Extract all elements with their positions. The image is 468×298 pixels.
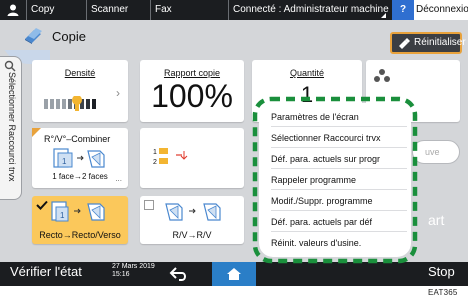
combine-label: R°/V°–Combiner — [44, 134, 111, 144]
user-icon-tab[interactable] — [0, 0, 26, 20]
duplex-label: Recto→Recto/Verso — [39, 230, 121, 240]
menu-item-factory-reset[interactable]: Réinit. valeurs d'usine. — [271, 233, 407, 253]
home-icon — [227, 268, 241, 280]
active-corner-marker — [32, 128, 41, 137]
tab-fax-label: Fax — [155, 4, 172, 15]
menu-item-recall-program[interactable]: Rappeler programme — [271, 170, 407, 190]
tab-scanner-label: Scanner — [91, 4, 129, 15]
paper-tray-tile[interactable]: 1 2 — [140, 128, 244, 188]
login-status-label: Connecté : Administrateur machine — [233, 4, 389, 15]
search-icon — [4, 60, 16, 72]
combine-sublabel: 1 face→2 faces — [52, 172, 108, 181]
chevron-right-icon: › — [116, 86, 120, 100]
checkbox-empty-icon — [144, 200, 154, 210]
duplex-to-duplex-icon — [165, 203, 221, 221]
expand-corner-icon — [381, 13, 386, 18]
copy-ratio-tile[interactable]: Rapport copie 100% — [140, 60, 244, 122]
help-label: ? — [399, 4, 407, 15]
logout-label: Déconnexion — [416, 4, 468, 15]
reset-label: Réinitialiser — [414, 37, 466, 48]
home-button[interactable] — [212, 262, 256, 286]
svg-text:1: 1 — [60, 211, 65, 220]
user-icon — [7, 4, 19, 16]
check-icon — [36, 200, 48, 210]
density-label: Densité — [64, 68, 96, 78]
time-text: 15:16 — [112, 271, 130, 278]
density-tile[interactable]: Densité › — [32, 60, 128, 122]
density-slider-icon — [44, 96, 96, 111]
figure-id: EAT365 — [428, 288, 458, 297]
login-status[interactable]: Connecté : Administrateur machine — [228, 0, 389, 20]
app-title: Copie — [52, 29, 86, 44]
preview-button[interactable]: uve — [412, 140, 460, 164]
menu-item-edit-program[interactable]: Modif./Suppr. programme — [271, 191, 407, 211]
quantity-label: Quantité — [289, 68, 325, 78]
tab-copy-label: Copy — [31, 4, 55, 15]
copier-screen: Copy Scanner Fax Connecté : Administrate… — [0, 0, 468, 286]
preview-label: uve — [425, 147, 440, 157]
copy-ratio-label: Rapport copie — [163, 68, 221, 78]
back-arrow-icon[interactable] — [168, 265, 190, 283]
reset-button[interactable]: Réinitialiser — [390, 32, 466, 54]
help-button[interactable]: ? — [392, 0, 414, 20]
svg-text:1: 1 — [62, 157, 67, 166]
menu-item-save-to-program[interactable]: Déf. para. actuels sur progr — [271, 149, 407, 169]
eraser-icon — [399, 38, 410, 49]
check-status-button[interactable]: Vérifier l'état — [10, 264, 82, 279]
date-text: 27 Mars 2019 — [112, 263, 155, 270]
tab-copy[interactable]: Copy — [26, 0, 86, 20]
duplex-tile[interactable]: 1 Recto→Recto/Verso — [32, 196, 128, 244]
copy-app-icon — [25, 28, 42, 44]
menu-item-set-default[interactable]: Déf. para. actuels par déf — [271, 212, 407, 232]
more-indicator: ... — [115, 174, 122, 183]
duplex-to-duplex-tile[interactable]: R/V→R/V — [140, 196, 244, 244]
menu-item-screen-settings[interactable]: Paramètres de l'écran — [271, 107, 407, 127]
menu-item-select-shortcut[interactable]: Sélectionner Raccourci trvx — [271, 128, 407, 148]
combine-tile[interactable]: R°/V°–Combiner 1 1 face→2 faces ... — [32, 128, 128, 188]
date-time: 27 Mars 2019 15:16 — [112, 263, 155, 279]
one-sided-to-duplex-icon: 1 — [51, 201, 105, 222]
tab-scanner[interactable]: Scanner — [86, 0, 150, 20]
start-label: art — [428, 212, 445, 228]
logout-button[interactable]: Déconnexion — [414, 0, 468, 20]
one-to-two-sided-icon: 1 — [53, 148, 105, 168]
shortcut-tab-label: Sélectionner Raccourci trvx — [7, 72, 17, 182]
sort-icon — [374, 69, 390, 82]
svg-text:1: 1 — [153, 149, 157, 156]
tab-fax[interactable]: Fax — [150, 0, 228, 20]
paper-tray-icon: 1 2 — [153, 148, 188, 166]
stop-label: Stop — [428, 264, 455, 279]
duplex-to-duplex-label: R/V→R/V — [172, 230, 212, 240]
copy-ratio-value: 100% — [151, 78, 233, 114]
svg-text:2: 2 — [153, 159, 157, 166]
